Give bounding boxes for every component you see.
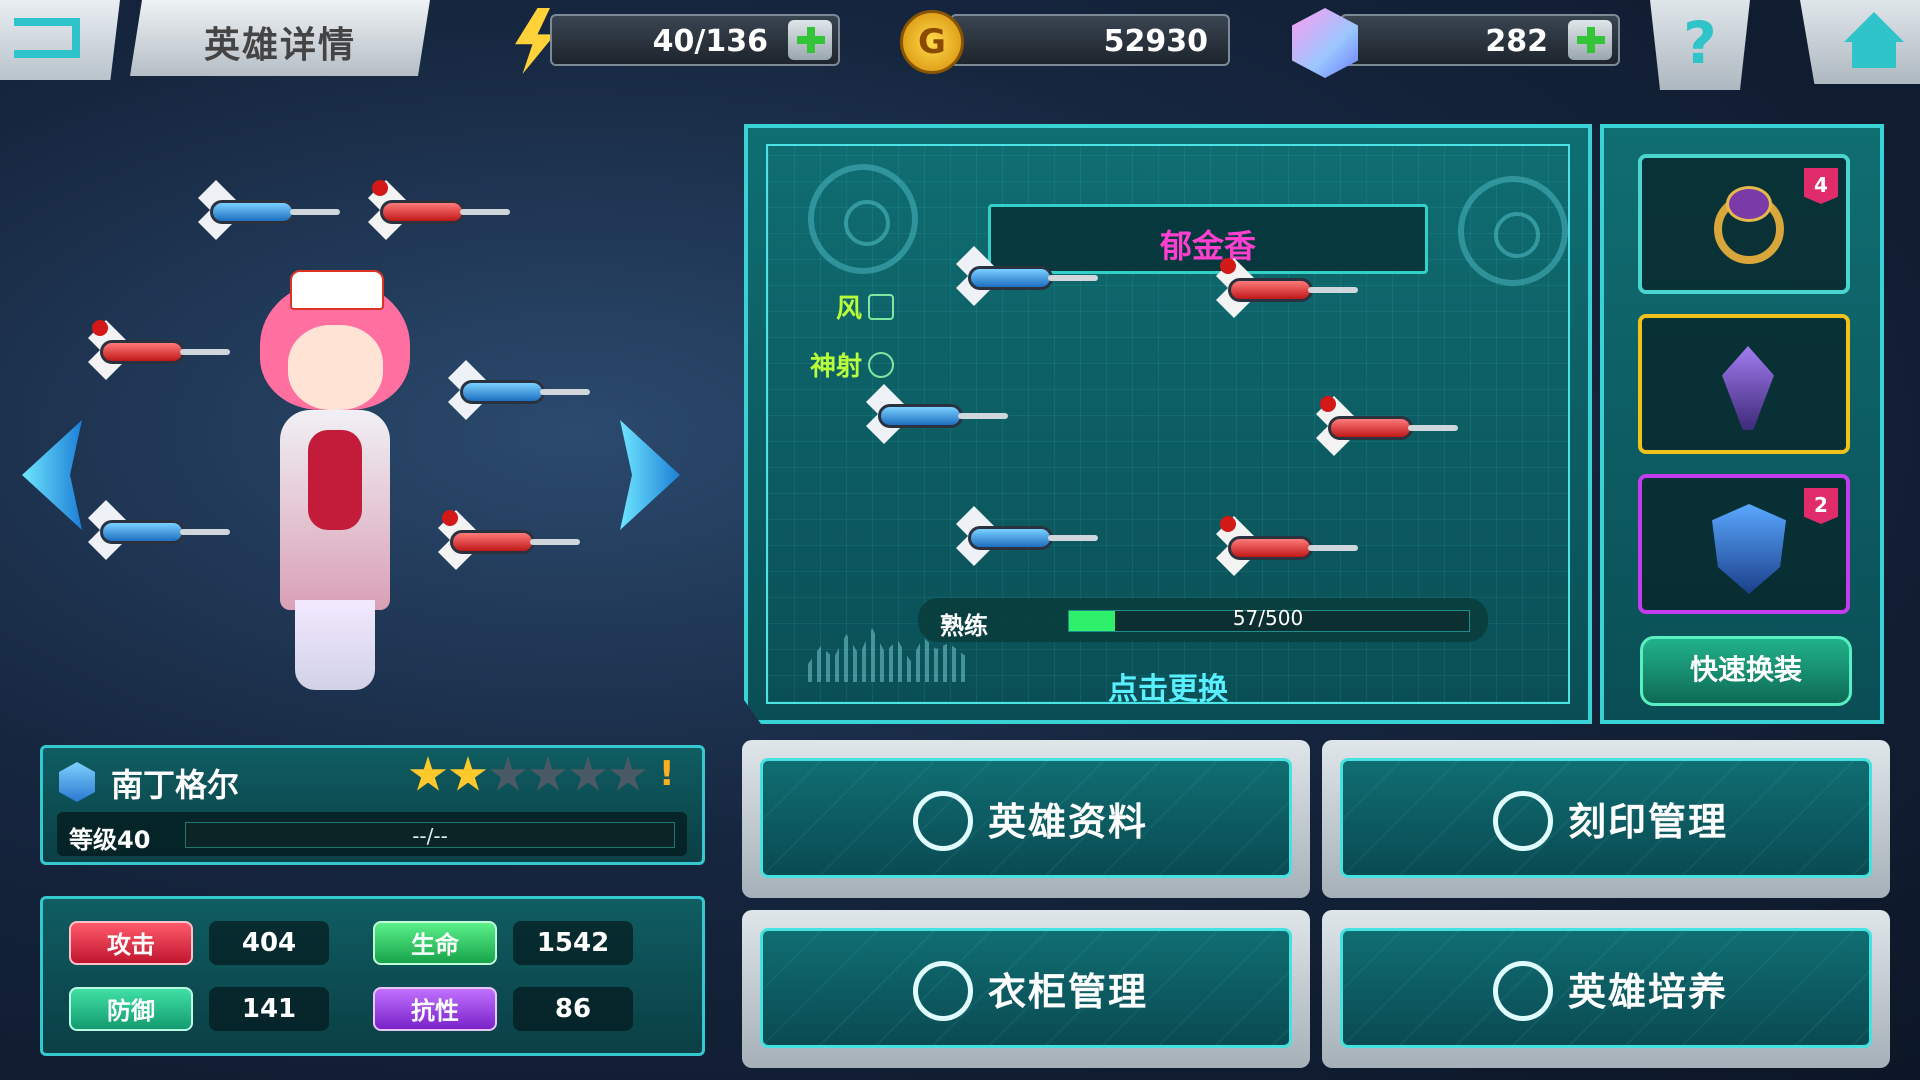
- home-icon: [1844, 12, 1904, 42]
- star-icon: [449, 756, 487, 791]
- level-row: 等级40 --/--: [57, 812, 687, 856]
- gold-counter: 52930: [950, 14, 1230, 66]
- stat-label: 攻击: [69, 921, 193, 965]
- syringe-drone-icon: [430, 510, 580, 570]
- quick-equip-button[interactable]: 快速换装: [1640, 636, 1852, 706]
- page-title: 英雄详情: [203, 25, 356, 66]
- slot-badge: 2: [1804, 488, 1838, 524]
- syringe-drone-icon: [440, 360, 590, 420]
- stat-label: 抗性: [373, 987, 497, 1031]
- back-button[interactable]: [0, 0, 120, 80]
- wardrobe-icon: [913, 961, 973, 1021]
- exp-value: --/--: [412, 824, 448, 848]
- weapon-drone-icon: [1308, 396, 1458, 456]
- star-icon: [409, 756, 447, 791]
- stat-defense: 防御 141: [69, 987, 349, 1031]
- stat-value: 86: [513, 987, 633, 1031]
- syringe-drone-icon: [190, 180, 340, 240]
- page-title-plate: 英雄详情: [130, 0, 430, 76]
- stat-resistance: 抗性 86: [373, 987, 653, 1031]
- wardrobe-button[interactable]: 衣柜管理: [742, 910, 1310, 1068]
- hero-profile-button[interactable]: 英雄资料: [742, 740, 1310, 898]
- back-arrow-icon: [14, 18, 80, 58]
- menu-label: 英雄资料: [988, 800, 1149, 844]
- exp-bar: --/--: [185, 822, 675, 848]
- stat-attack: 攻击 404: [69, 921, 349, 965]
- weapon-drone-icon: [858, 384, 1008, 444]
- weapon-drone-icon: [948, 506, 1098, 566]
- stat-hp: 生命 1542: [373, 921, 653, 965]
- equip-slot-shield[interactable]: 2: [1638, 474, 1850, 614]
- syringe-drone-icon: [360, 180, 510, 240]
- jewel-icon: [1722, 346, 1774, 430]
- hero-info-panel: 南丁格尔 ! 等级40 --/--: [40, 745, 705, 865]
- hero-class-icon: [59, 762, 95, 802]
- shield-icon: [1712, 504, 1786, 594]
- weapon-drone-icon: [948, 246, 1098, 306]
- hero-profile-icon: [913, 791, 973, 851]
- proficiency-bar: 熟练 57/500: [918, 598, 1488, 642]
- equipment-panel: 4 2 快速换装: [1600, 124, 1884, 724]
- equip-slot-ring[interactable]: 4: [1638, 154, 1850, 294]
- nurse-cap-icon: [290, 270, 384, 310]
- star-icon: [569, 756, 607, 791]
- proficiency-label: 熟练: [940, 612, 988, 640]
- stat-label: 防御: [69, 987, 193, 1031]
- hero-training-button[interactable]: 英雄培养: [1322, 910, 1890, 1068]
- stat-value: 1542: [513, 921, 633, 965]
- crosshair-icon: [868, 352, 895, 378]
- proficiency-value: 57/500: [1232, 606, 1304, 630]
- menu-label: 英雄培养: [1568, 970, 1729, 1014]
- slot-badge: 4: [1804, 168, 1838, 204]
- energy-counter: 40/136: [550, 14, 840, 66]
- equip-slot-jewel[interactable]: [1638, 314, 1850, 454]
- star-icon: [609, 756, 647, 791]
- top-bar: 英雄详情 40/136 52930 G 282 ?: [0, 0, 1920, 90]
- syringe-drone-icon: [80, 320, 230, 380]
- star-icon: [489, 756, 527, 791]
- menu-label: 衣柜管理: [988, 970, 1149, 1014]
- engraving-button[interactable]: 刻印管理: [1322, 740, 1890, 898]
- radar-icon: [1458, 176, 1568, 286]
- radar-icon: [808, 164, 918, 274]
- weapon-drone-icon: [1208, 258, 1358, 318]
- gold-value: 52930: [1103, 24, 1208, 59]
- attribute-wind: 风: [836, 288, 895, 325]
- attribute-marksman: 神射: [810, 346, 895, 383]
- menu-label: 刻印管理: [1568, 800, 1729, 844]
- stats-panel: 攻击 404 生命 1542 防御 141 抗性 86: [40, 896, 705, 1056]
- star-rating: [409, 756, 649, 798]
- wind-icon: [868, 294, 895, 320]
- gem-counter: 282: [1340, 14, 1620, 66]
- hero-training-icon: [1493, 961, 1553, 1021]
- hero-level: 等级40: [69, 826, 151, 854]
- hero-portrait: [250, 270, 420, 690]
- stat-value: 404: [209, 921, 329, 965]
- ring-icon: [1714, 186, 1784, 264]
- prev-hero-button[interactable]: [22, 420, 82, 530]
- weapon-panel[interactable]: 郁金香 风 神射 熟练 57/500 点击更换: [744, 124, 1592, 724]
- add-gems-button[interactable]: [1568, 20, 1612, 60]
- hero-name: 南丁格尔: [111, 766, 240, 804]
- gold-coin-icon: G: [900, 10, 964, 74]
- weapon-drone-icon: [1208, 516, 1358, 576]
- engraving-icon: [1493, 791, 1553, 851]
- next-hero-button[interactable]: [620, 420, 680, 530]
- gem-value: 282: [1485, 24, 1548, 59]
- home-button[interactable]: [1800, 0, 1920, 84]
- syringe-drone-icon: [80, 500, 230, 560]
- energy-value: 40/136: [652, 24, 768, 59]
- help-button[interactable]: ?: [1650, 0, 1750, 90]
- alert-icon[interactable]: !: [659, 754, 675, 794]
- star-icon: [529, 756, 567, 791]
- stat-value: 141: [209, 987, 329, 1031]
- add-energy-button[interactable]: [788, 20, 832, 60]
- stat-label: 生命: [373, 921, 497, 965]
